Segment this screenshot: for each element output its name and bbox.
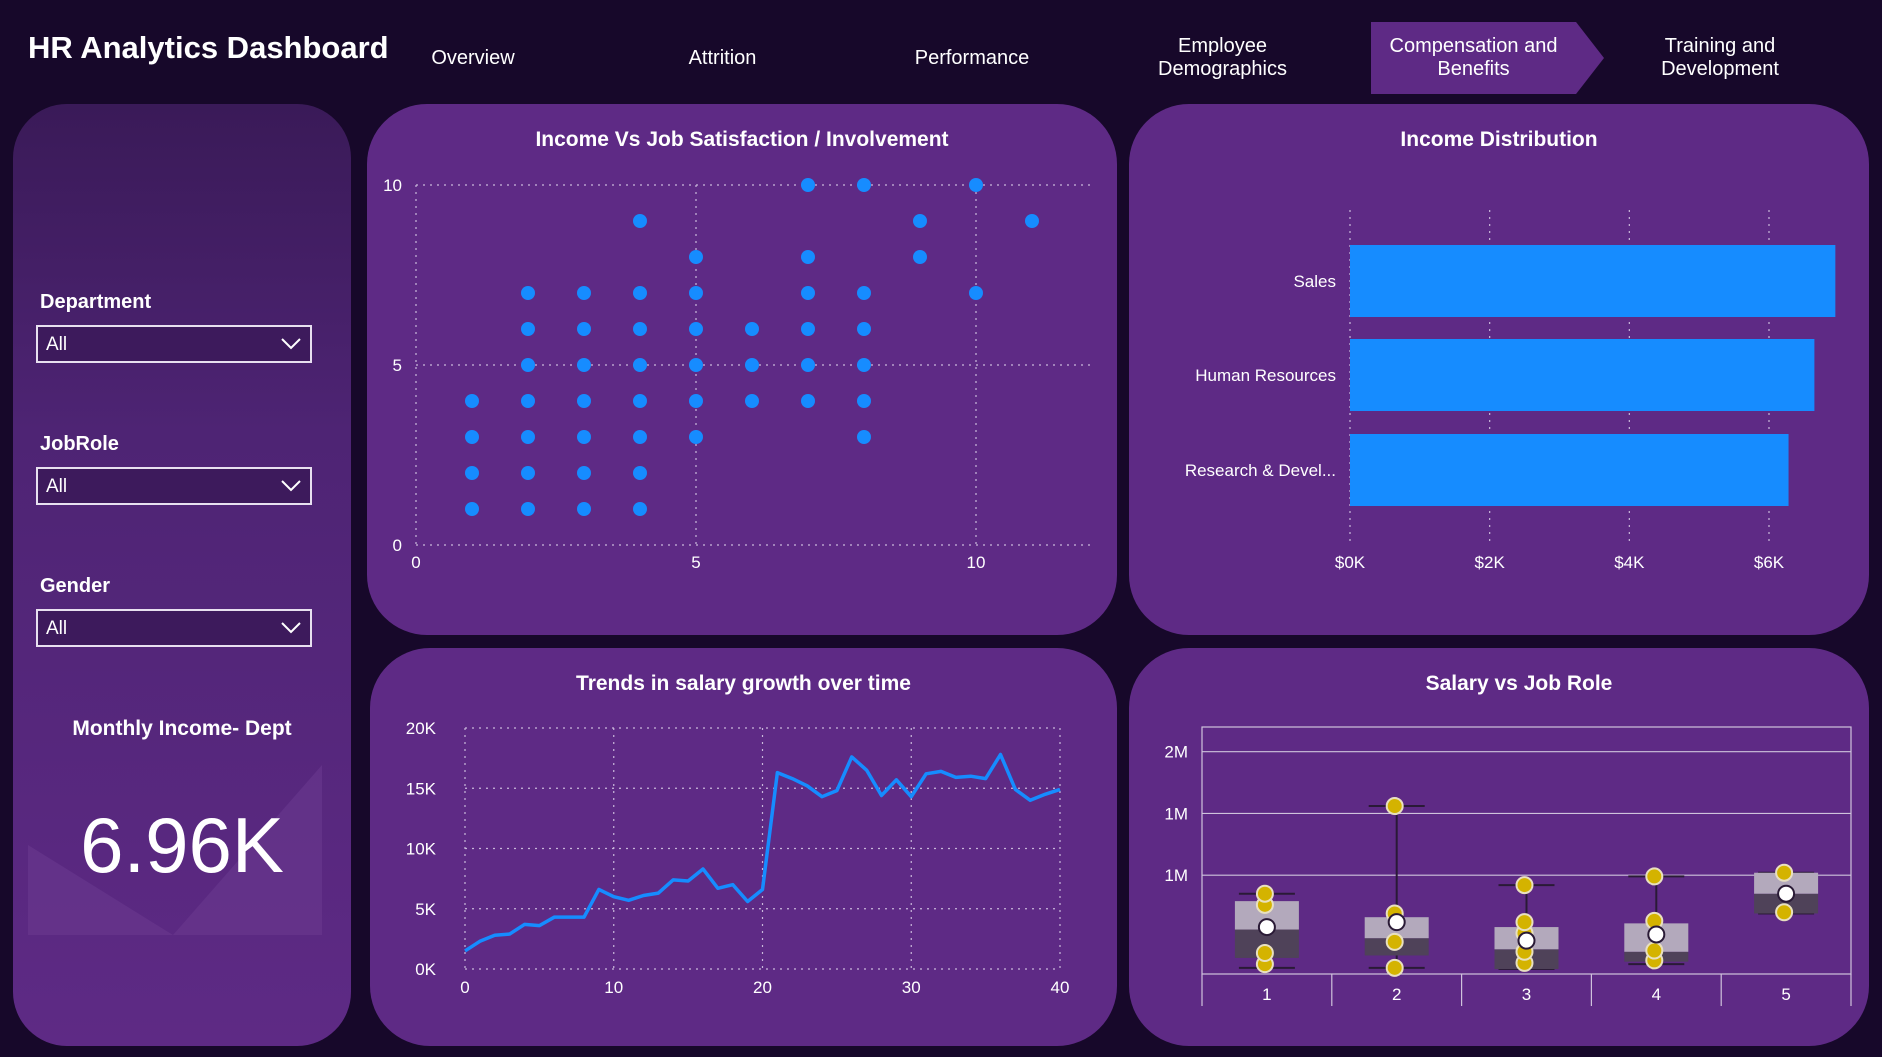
x-tick-label: 3: [1522, 985, 1531, 1004]
x-tick-label: 5: [1781, 985, 1790, 1004]
box-data-point: [1255, 944, 1274, 963]
box-data-point: [1515, 913, 1534, 932]
box-data-point: [1385, 958, 1404, 977]
y-tick-label: 1M: [1164, 804, 1188, 823]
box-data-point: [1645, 941, 1664, 960]
box-mean-marker: [1387, 913, 1406, 932]
box-data-point: [1255, 884, 1274, 903]
box-mean-marker: [1777, 884, 1796, 903]
box-data-point: [1515, 876, 1534, 895]
box-data-point: [1645, 867, 1664, 886]
box-data-point: [1385, 932, 1404, 951]
box-data-point: [1775, 863, 1794, 882]
box-data-point: [1385, 797, 1404, 816]
y-tick-label: 2M: [1164, 743, 1188, 762]
x-tick-label: 2: [1392, 985, 1401, 1004]
y-tick-label: 1M: [1164, 866, 1188, 885]
box-data-point: [1775, 903, 1794, 922]
x-tick-label: 1: [1262, 985, 1271, 1004]
box-mean-marker: [1257, 918, 1276, 937]
box-mean-marker: [1647, 925, 1666, 944]
x-tick-label: 4: [1652, 985, 1661, 1004]
salary-box-chart: 2M 1M 1M 1 2 3 4 5: [1164, 726, 1852, 1006]
box-mean-marker: [1517, 931, 1536, 950]
